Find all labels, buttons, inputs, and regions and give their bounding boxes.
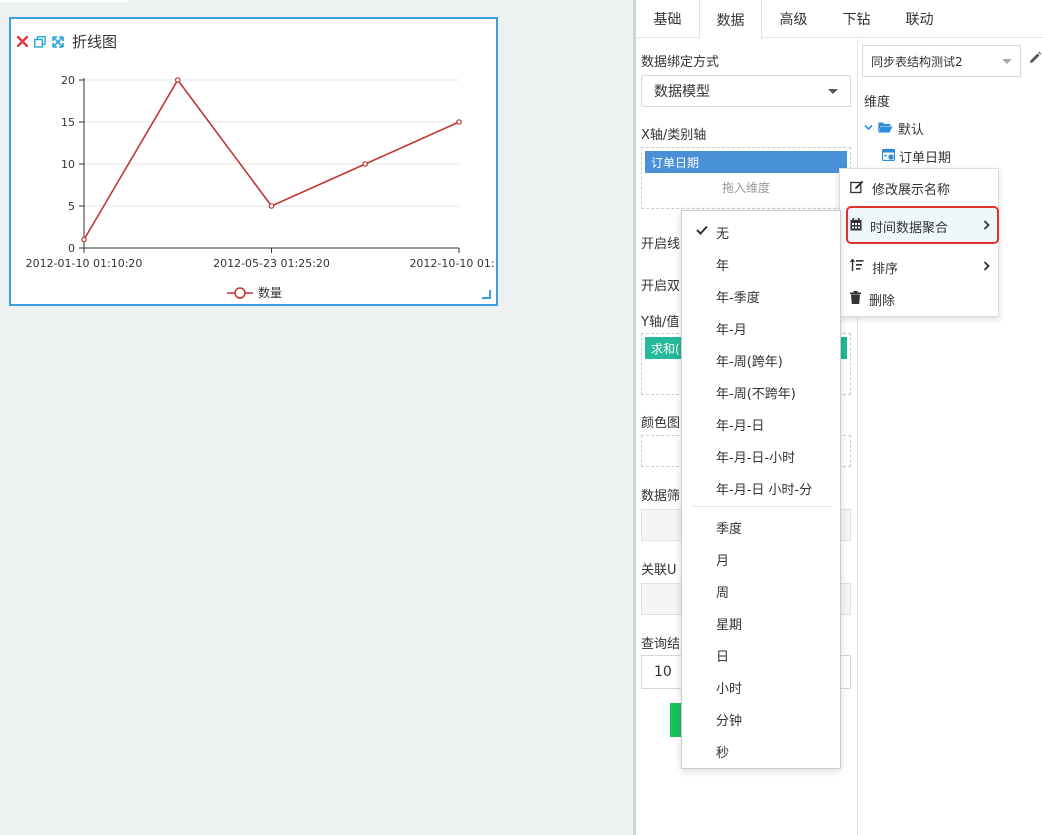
tab-linkage[interactable]: 联动 — [888, 0, 951, 38]
data-point — [174, 77, 181, 83]
x-tick-label: 2012-01-10 01:10:20 — [26, 257, 143, 270]
data-point — [268, 203, 275, 209]
close-icon[interactable] — [16, 36, 28, 48]
menu-item-label: 时间数据聚合 — [870, 221, 949, 236]
y-tick-label: 10 — [61, 158, 75, 171]
menu-item-delete[interactable]: 删除 — [850, 290, 990, 309]
color-label: 颜色图 — [641, 416, 681, 431]
chevron-down-icon — [1002, 58, 1012, 64]
y-axis-label: Y轴/值 — [641, 315, 680, 330]
data-point — [456, 119, 462, 125]
top-strip — [0, 0, 128, 2]
date-field-icon — [881, 148, 896, 165]
calendar-icon — [850, 218, 862, 235]
open-line-label: 开启线 — [641, 237, 681, 252]
check-icon — [696, 224, 708, 239]
submenu-item[interactable]: 年-周(不跨年) — [716, 383, 796, 402]
field-label: 订单日期 — [899, 151, 952, 166]
x-tick-label: 2012-05-23 01:25:20 — [213, 257, 330, 270]
line-chart: 0 5 10 15 20 2012-01-10 01:10:20 2012-05-23 01… — [26, 74, 496, 300]
bind-mode-value: 数据模型 — [654, 84, 710, 100]
submenu-item[interactable]: 周 — [716, 582, 729, 601]
y-tick-label: 15 — [61, 116, 75, 129]
tree-field[interactable]: 订单日期 — [881, 147, 952, 166]
tab-bar: 基础 数据 高级 下钻 联动 — [636, 0, 1043, 39]
query-count-value: 10 — [654, 664, 672, 680]
tree-folder[interactable]: 默认 — [864, 119, 924, 138]
submenu-divider — [692, 506, 832, 507]
submenu-item[interactable]: 年-季度 — [716, 287, 760, 306]
y-tick-label: 0 — [68, 242, 75, 255]
resize-handle[interactable] — [482, 290, 491, 299]
data-point — [81, 236, 87, 243]
submenu-item[interactable]: 秒 — [716, 742, 729, 761]
x-axis-chip[interactable]: 订单日期 — [645, 151, 847, 173]
legend-marker — [234, 287, 246, 299]
submenu-item[interactable]: 年-月-日 小时-分 — [716, 479, 812, 498]
query-label: 查询结 — [641, 637, 681, 652]
folder-label: 默认 — [898, 123, 925, 138]
sort-icon — [849, 258, 864, 276]
submenu-item[interactable]: 无 — [716, 223, 729, 242]
legend-label: 数量 — [258, 285, 282, 300]
submenu-item[interactable]: 分钟 — [716, 710, 742, 729]
widget-toolbar: 折线图 — [16, 31, 117, 52]
menu-item-label: 修改展示名称 — [872, 183, 951, 198]
submenu-item[interactable]: 季度 — [716, 518, 742, 537]
x-axis-dropzone[interactable]: 订单日期 拖入维度 — [641, 147, 851, 209]
x-tick-label: 2012-10-10 01:18 — [409, 257, 496, 270]
menu-item-rename[interactable]: 修改展示名称 — [850, 179, 990, 198]
submenu-item[interactable]: 年-月-日 — [716, 415, 764, 434]
submenu-item[interactable]: 小时 — [716, 678, 742, 697]
tab-basic[interactable]: 基础 — [636, 0, 699, 38]
dataset-select[interactable]: 同步表结构测试2 — [862, 45, 1021, 77]
context-menu: 修改展示名称 时间数据聚合 排序 删除 — [839, 168, 999, 317]
chevron-down-icon — [864, 121, 873, 136]
chart-title: 折线图 — [72, 33, 118, 51]
time-aggregation-submenu: 无 年 年-季度 年-月 年-周(跨年) 年-周(不跨年) 年-月-日 年-月-… — [681, 210, 841, 769]
submenu-item[interactable]: 年-周(跨年) — [716, 351, 783, 370]
menu-item-label: 排序 — [872, 262, 899, 277]
x-axis-label: X轴/类别轴 — [641, 128, 707, 143]
submenu-item[interactable]: 月 — [716, 550, 729, 569]
submenu-item[interactable]: 年 — [716, 255, 729, 274]
menu-item-time-aggregation[interactable]: 时间数据聚合 — [850, 217, 990, 236]
y-tick-label: 5 — [68, 200, 75, 213]
menu-item-sort[interactable]: 排序 — [849, 258, 990, 277]
chevron-right-icon — [983, 260, 990, 275]
submenu-item[interactable]: 年-月-日-小时 — [716, 447, 795, 466]
trash-icon — [850, 291, 861, 308]
menu-item-label: 删除 — [869, 294, 896, 309]
dimension-label: 维度 — [864, 95, 891, 110]
open-double-label: 开启双 — [641, 279, 681, 294]
data-point — [362, 161, 369, 167]
series-line — [83, 78, 460, 241]
related-label: 关联U — [641, 563, 677, 578]
submenu-item[interactable]: 星期 — [716, 614, 742, 633]
y-tick-label: 20 — [61, 74, 75, 87]
filter-label: 数据筛 — [641, 489, 681, 504]
expand-icon[interactable] — [52, 35, 64, 48]
dataset-column: 同步表结构测试2 维度 默认 订单日期 — [858, 39, 1043, 835]
pencil-icon[interactable] — [1028, 51, 1042, 69]
bind-mode-label: 数据绑定方式 — [641, 55, 720, 70]
bind-mode-select[interactable]: 数据模型 — [641, 75, 851, 107]
tab-drilldown[interactable]: 下钻 — [825, 0, 888, 38]
tab-advanced[interactable]: 高级 — [762, 0, 825, 38]
copy-icon[interactable] — [34, 35, 46, 48]
dataset-name: 同步表结构测试2 — [871, 54, 963, 69]
submenu-item[interactable]: 日 — [716, 646, 729, 665]
tab-data[interactable]: 数据 — [699, 0, 762, 39]
folder-open-icon — [878, 121, 893, 137]
chevron-down-icon — [828, 88, 838, 94]
edit-icon — [850, 180, 864, 198]
x-drop-hint: 拖入维度 — [721, 181, 770, 195]
chevron-right-icon — [983, 219, 990, 234]
chart-widget[interactable]: 0 5 10 15 20 2012-01-10 01:10:20 2012-05-23 01… — [9, 17, 498, 306]
submenu-item[interactable]: 年-月 — [716, 319, 747, 338]
